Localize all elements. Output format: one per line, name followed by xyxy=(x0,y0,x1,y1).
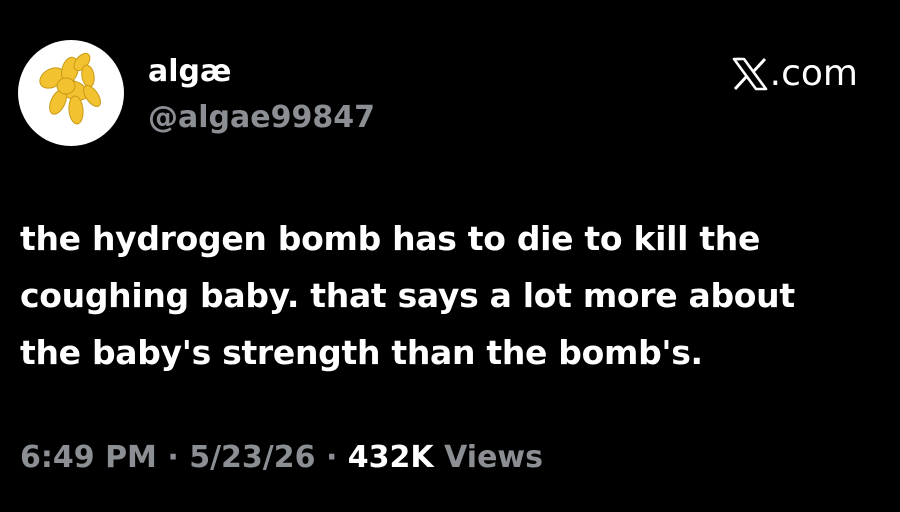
tweet-date[interactable]: 5/23/26 xyxy=(189,440,315,475)
x-logo-icon xyxy=(732,57,767,91)
tweet-meta: 6:49 PM · 5/23/26 · 432K Views xyxy=(20,436,543,480)
tweet-card: algæ @algae99847 .com the hydrogen bomb … xyxy=(0,0,900,512)
views-label: Views xyxy=(433,440,544,475)
avatar[interactable] xyxy=(18,40,124,146)
tweet-time[interactable]: 6:49 PM xyxy=(20,440,157,475)
site-domain: .com xyxy=(769,53,858,94)
tweet-line: the hydrogen bomb has to die to kill the xyxy=(20,219,761,258)
user-handle[interactable]: @algae99847 xyxy=(148,100,375,136)
yellow-balloon-dog-icon xyxy=(39,52,101,125)
meta-separator: · xyxy=(156,440,190,475)
site-link[interactable]: .com xyxy=(732,54,858,94)
tweet-line: coughing baby. that says a lot more abou… xyxy=(20,276,795,315)
meta-separator: · xyxy=(315,440,348,475)
views-count: 432K xyxy=(347,440,434,475)
display-name[interactable]: algæ xyxy=(148,54,231,90)
tweet-body: the hydrogen bomb has to die to kill the… xyxy=(20,210,880,381)
tweet-line: the baby's strength than the bomb's. xyxy=(20,333,703,372)
